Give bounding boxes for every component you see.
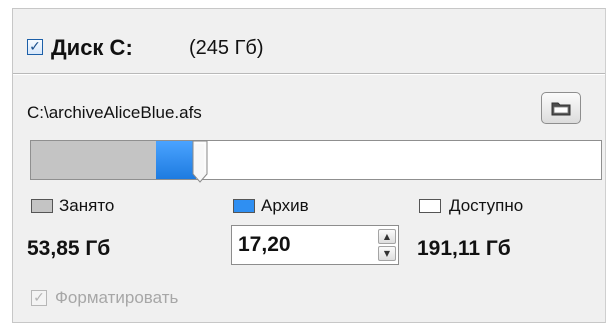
spin-down-button[interactable]: ▼	[378, 246, 396, 261]
browse-folder-button[interactable]	[541, 92, 581, 124]
disk-header: ✓ Диск С: (245 Гб)	[13, 9, 605, 71]
used-segment	[31, 141, 156, 179]
archive-size-input[interactable]	[238, 232, 368, 258]
archive-legend-swatch	[233, 199, 255, 213]
used-legend-swatch	[31, 199, 53, 213]
check-icon: ✓	[33, 290, 45, 306]
used-value: 53,85 Гб	[27, 237, 111, 260]
usage-bar	[30, 140, 602, 180]
disk-name: Диск С:	[51, 35, 133, 60]
slider-thumb-icon	[192, 140, 208, 183]
spin-up-button[interactable]: ▲	[378, 229, 396, 244]
check-icon: ✓	[29, 39, 41, 55]
disk-size: (245 Гб)	[189, 37, 264, 59]
chevron-down-icon: ▼	[383, 248, 391, 258]
chevron-up-icon: ▲	[383, 231, 391, 241]
free-legend-swatch	[419, 199, 441, 213]
free-value: 191,11 Гб	[417, 237, 511, 260]
format-label: Форматировать	[55, 288, 179, 307]
archive-path: C:\archiveAliceBlue.afs	[27, 103, 202, 122]
used-legend-label: Занято	[59, 196, 115, 215]
disk-enable-checkbox[interactable]: ✓	[27, 39, 43, 55]
disk-panel: ✓ Диск С: (245 Гб) C:\archiveAliceBlue.a…	[12, 8, 606, 323]
archive-segment	[156, 141, 196, 179]
format-checkbox[interactable]: ✓	[31, 290, 47, 306]
header-divider	[13, 73, 605, 74]
folder-icon	[551, 102, 571, 116]
archive-legend-label: Архив	[261, 196, 309, 215]
stage: ✓ Диск С: (245 Гб) C:\archiveAliceBlue.a…	[0, 0, 608, 325]
archive-size-spinbox[interactable]: ▲ ▼	[231, 225, 399, 265]
archive-slider-thumb[interactable]	[192, 140, 208, 184]
free-legend-label: Доступно	[449, 196, 524, 215]
archive-size-spinner-buttons: ▲ ▼	[378, 229, 396, 261]
